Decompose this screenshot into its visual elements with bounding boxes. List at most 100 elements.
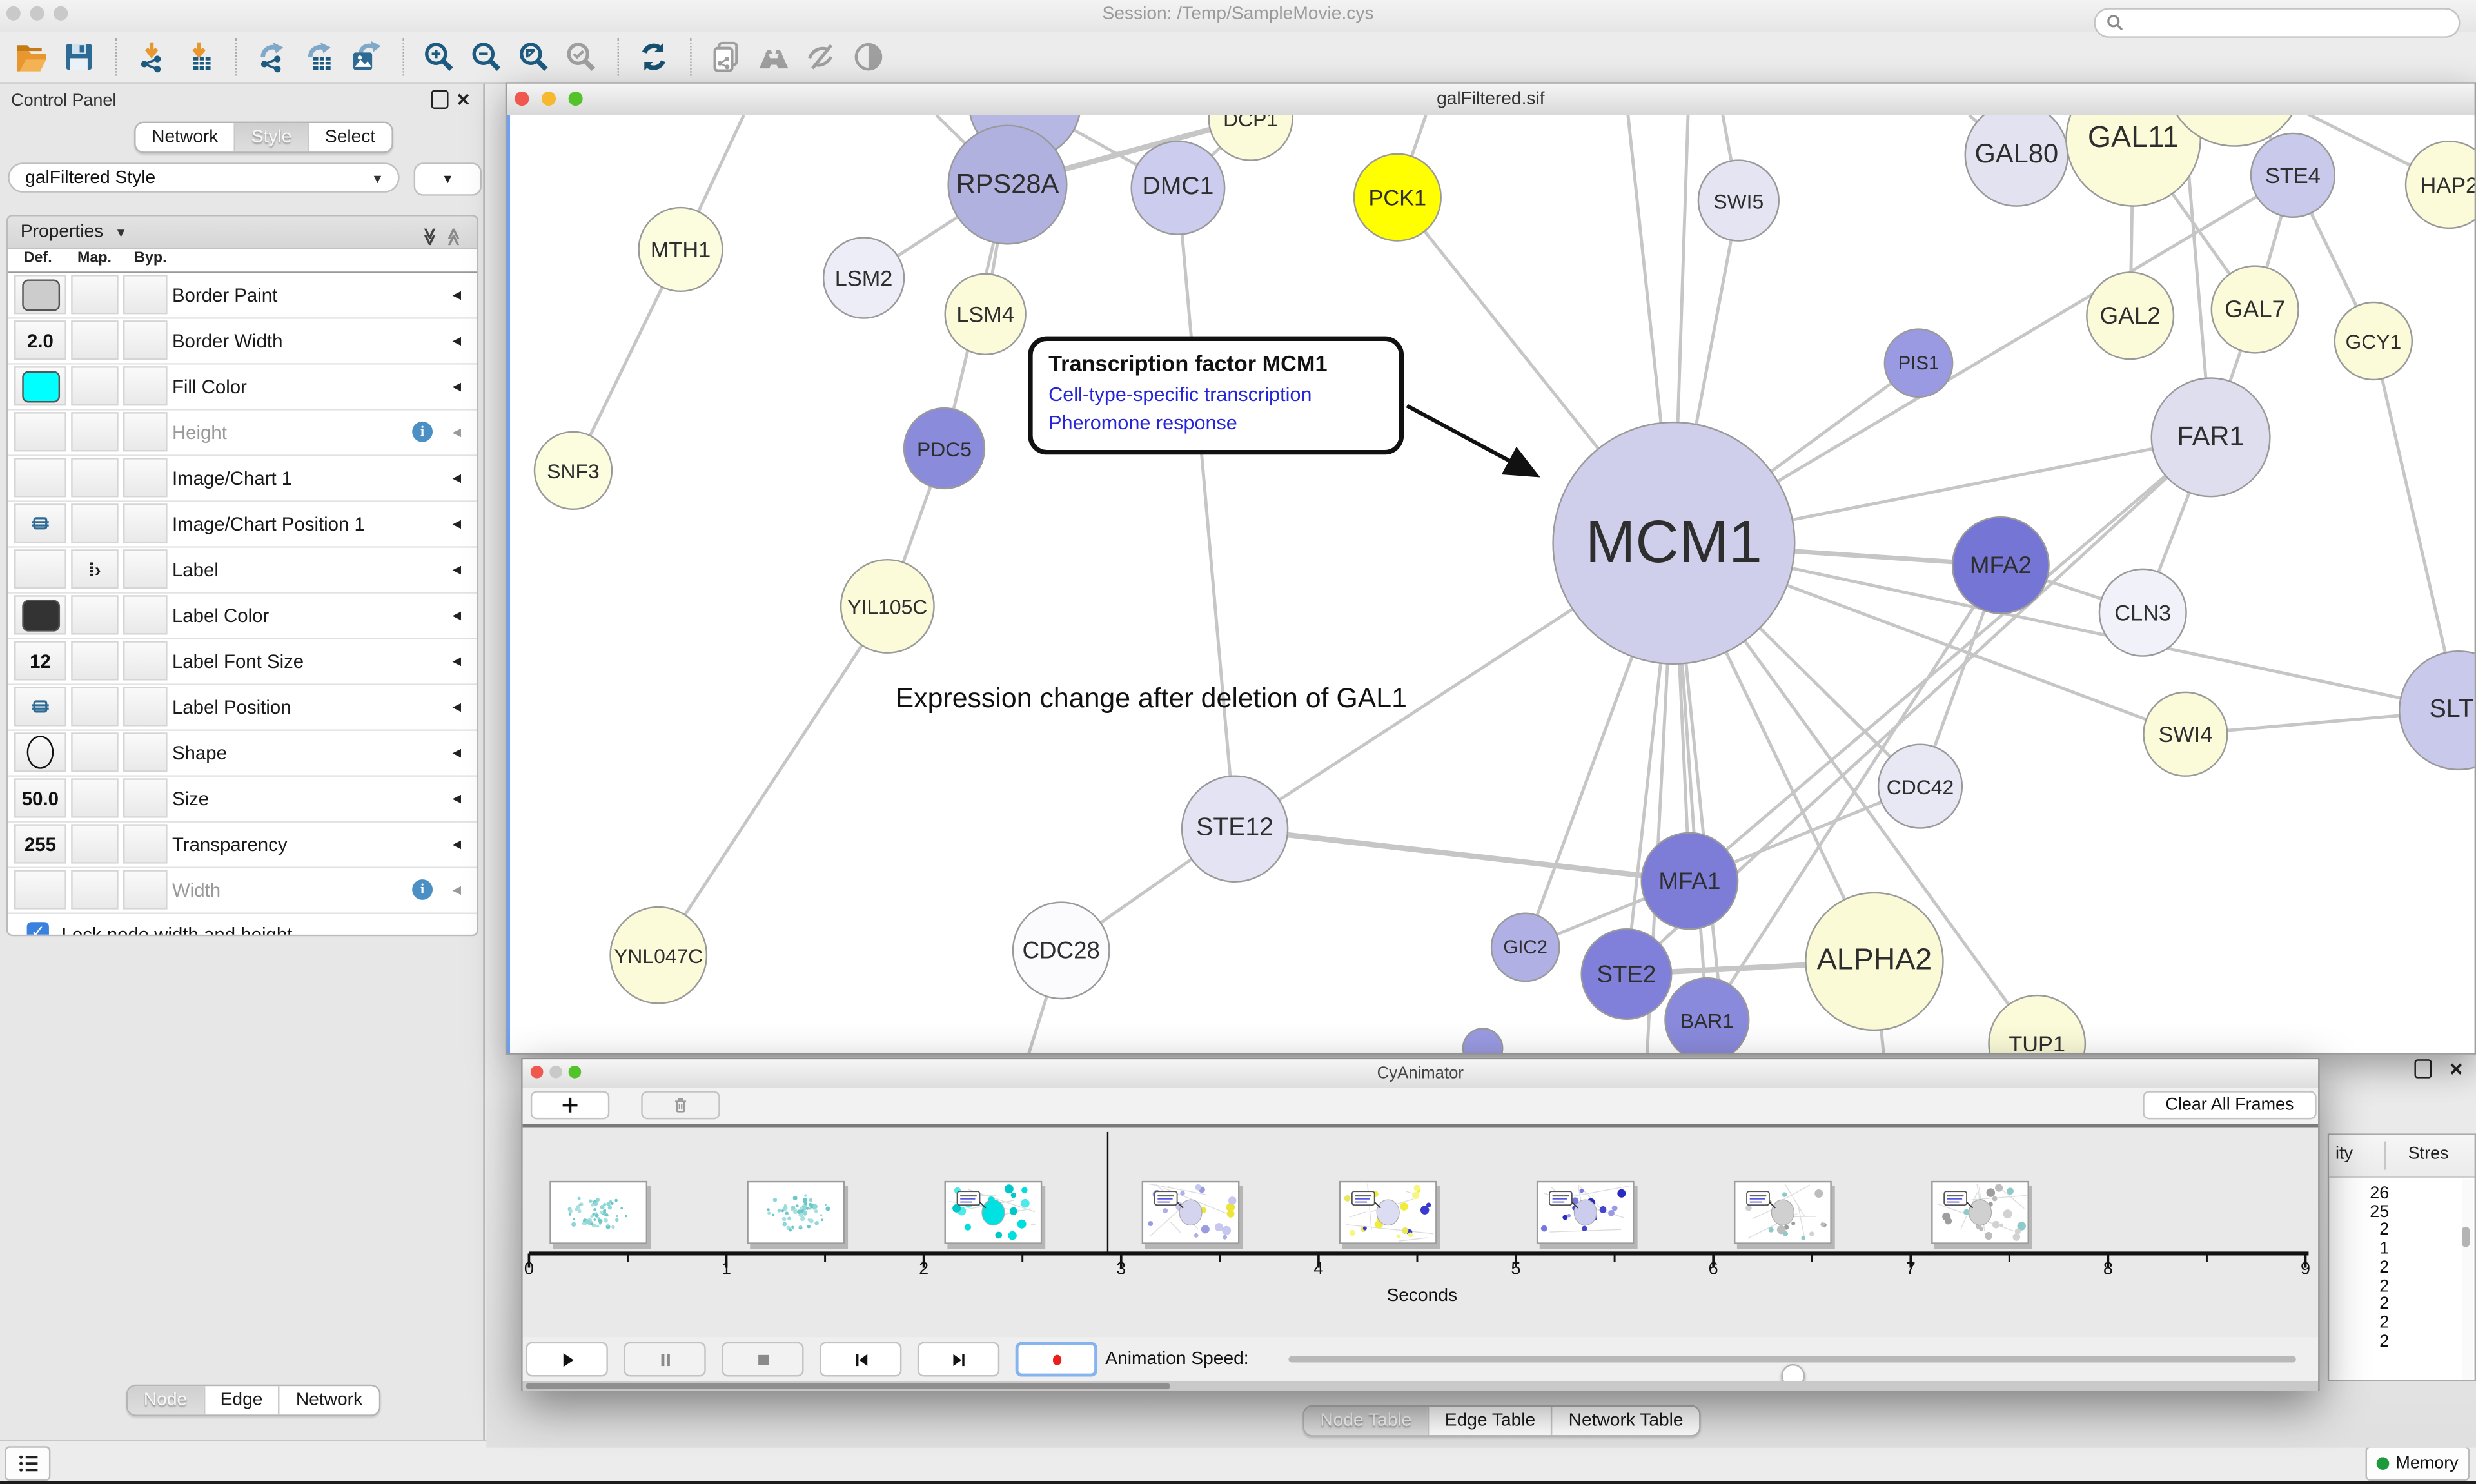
stop-button[interactable] [722,1342,803,1377]
frame-thumbnail-2s[interactable] [944,1181,1042,1244]
table-cell[interactable]: 25 [2342,1202,2389,1221]
mapping-cell[interactable]: ⁞› [71,549,118,589]
bypass-cell[interactable] [123,870,168,909]
table-cell[interactable]: 2 [2342,1313,2389,1332]
open-network-document-button[interactable] [704,35,747,78]
bypass-cell[interactable] [123,412,168,451]
frame-thumbnail-7s[interactable] [1931,1181,2029,1244]
search-input[interactable] [2125,12,2432,34]
expand-property-icon[interactable]: ◂ [453,879,462,900]
float-panel-icon[interactable] [431,90,449,114]
tab-node-table[interactable]: Node Table [1304,1407,1428,1435]
default-value-cell[interactable]: 255 [14,824,66,863]
go-to-end-button[interactable] [918,1342,999,1377]
tab-network[interactable]: Network [279,1386,378,1414]
style-select[interactable]: galFiltered Style ▼ [8,162,399,193]
default-value-cell[interactable] [14,732,66,772]
expand-property-icon[interactable]: ◂ [453,605,462,625]
mapping-cell[interactable] [71,366,118,405]
mapping-cell[interactable] [71,595,118,634]
expand-property-icon[interactable]: ◂ [453,788,462,808]
go-to-start-button[interactable] [820,1342,901,1377]
export-table-button[interactable] [297,35,339,78]
mapping-cell[interactable] [71,320,118,360]
expand-property-icon[interactable]: ◂ [453,284,462,305]
tab-node[interactable]: Node [128,1386,202,1414]
default-value-cell[interactable] [14,595,66,634]
expand-property-icon[interactable]: ◂ [453,330,462,351]
bypass-cell[interactable] [123,824,168,863]
mapping-cell[interactable] [71,275,118,314]
default-value-cell[interactable] [14,275,66,314]
search-box[interactable] [2094,8,2460,38]
bypass-cell[interactable] [123,641,168,680]
mapping-cell[interactable] [71,870,118,909]
add-frame-button[interactable] [531,1091,609,1119]
style-options-button[interactable]: ▼ [414,162,482,195]
cyanimator-timeline[interactable]: 0123456789 Seconds [523,1128,2318,1338]
mapping-cell[interactable] [71,412,118,451]
default-value-cell[interactable]: 50.0 [14,778,66,817]
expand-property-icon[interactable]: ◂ [453,513,462,534]
bypass-cell[interactable] [123,458,168,497]
cyanimator-titlebar[interactable]: CyAnimator [523,1059,2318,1089]
column-header[interactable]: Stres [2408,1145,2449,1164]
show-graphics-details-button[interactable] [847,35,889,78]
info-icon[interactable]: i [412,879,433,900]
table-cell[interactable]: 2 [2342,1332,2389,1351]
bypass-cell[interactable] [123,595,168,634]
default-value-cell[interactable] [14,412,66,451]
tab-network-table[interactable]: Network Table [1551,1407,1699,1435]
bypass-cell[interactable] [123,366,168,405]
expand-property-icon[interactable]: ◂ [453,742,462,763]
mapping-cell[interactable] [71,458,118,497]
table-cell[interactable]: 26 [2342,1184,2389,1203]
default-value-cell[interactable] [14,687,66,726]
mapping-cell[interactable] [71,732,118,772]
column-header[interactable]: ity [2335,1145,2353,1164]
zoom-out-button[interactable] [464,35,507,78]
expand-property-icon[interactable]: ◂ [453,422,462,442]
expand-property-icon[interactable]: ◂ [453,696,462,717]
delete-frame-button[interactable] [641,1091,720,1119]
bypass-cell[interactable] [123,275,168,314]
expand-property-icon[interactable]: ◂ [453,834,462,854]
frame-thumbnail-1s[interactable] [747,1181,845,1244]
frame-thumbnail-3s[interactable] [1142,1181,1240,1244]
clear-all-frames-button[interactable]: Clear All Frames [2143,1091,2316,1119]
default-value-cell[interactable]: 2.0 [14,320,66,360]
float-table-icon[interactable] [2414,1059,2432,1083]
tab-select[interactable]: Select [308,123,391,151]
table-scrollbar[interactable] [2462,1179,2473,1380]
zoom-in-button[interactable] [417,35,460,78]
table-cell[interactable]: 2 [2342,1276,2389,1295]
default-value-cell[interactable] [14,366,66,405]
mapping-cell[interactable] [71,824,118,863]
expand-property-icon[interactable]: ◂ [453,376,462,396]
expand-property-icon[interactable]: ◂ [453,559,462,580]
mapping-cell[interactable] [71,687,118,726]
table-cell[interactable]: 1 [2342,1240,2389,1258]
expand-property-icon[interactable]: ◂ [453,650,462,671]
default-value-cell[interactable] [14,870,66,909]
save-session-button[interactable] [57,35,99,78]
import-network-button[interactable] [130,35,172,78]
table-cell[interactable]: 2 [2342,1221,2389,1240]
playhead[interactable] [1107,1132,1108,1254]
bypass-cell[interactable] [123,732,168,772]
export-network-button[interactable] [250,35,292,78]
info-icon[interactable]: i [412,422,433,442]
mapping-cell[interactable] [71,641,118,680]
zoom-fit-button[interactable] [511,35,554,78]
bypass-cell[interactable] [123,320,168,360]
refresh-view-button[interactable] [632,35,674,78]
table-cell[interactable]: 2 [2342,1295,2389,1314]
mapping-cell[interactable] [71,778,118,817]
network-canvas[interactable]: Expression change after deletion of GAL1… [507,115,2474,1053]
network-manager-button[interactable] [752,35,794,78]
lock-size-checkbox[interactable]: ✓ [27,922,49,936]
import-table-button[interactable] [177,35,219,78]
default-value-cell[interactable]: 12 [14,641,66,680]
bypass-cell[interactable] [123,778,168,817]
tab-network[interactable]: Network [136,123,234,151]
